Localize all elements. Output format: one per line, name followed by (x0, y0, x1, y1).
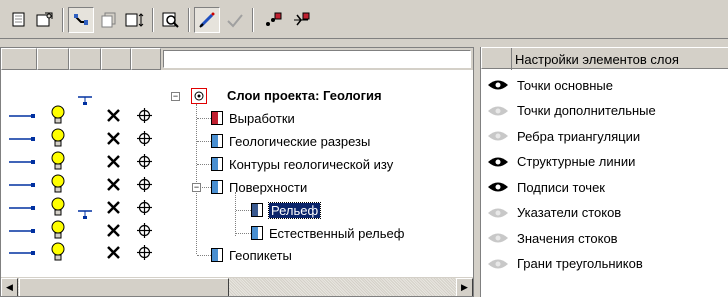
link-connector-icon[interactable] (9, 250, 35, 256)
column-header-visibility[interactable] (37, 48, 69, 70)
delete-icon[interactable] (107, 201, 120, 214)
visibility-bulb-icon[interactable] (51, 105, 65, 125)
delete-icon[interactable] (107, 109, 120, 122)
visibility-bulb-icon[interactable] (51, 220, 65, 240)
settings-header: Настройки элементов слоя (481, 47, 728, 70)
tree-root-label[interactable]: Слои проекта: Геология (227, 88, 382, 103)
eye-hidden-icon[interactable] (487, 207, 509, 219)
eye-visible-icon[interactable] (487, 79, 509, 91)
eye-visible-icon[interactable] (487, 181, 509, 193)
target-icon[interactable] (137, 223, 152, 238)
scroll-left-icon[interactable]: ◀ (1, 278, 18, 296)
visibility-bulb-icon[interactable] (51, 128, 65, 148)
link-connector-icon[interactable] (9, 205, 35, 211)
layer-icon (211, 157, 223, 171)
tree-item-label[interactable]: Геопикеты (229, 248, 292, 263)
target-icon[interactable] (137, 245, 152, 260)
visibility-bulb-icon[interactable] (51, 242, 65, 262)
delete-icon[interactable] (107, 132, 120, 145)
layers-panel: − Слои проекта: Геология Выработки Геоло… (0, 47, 474, 297)
visibility-bulb-icon[interactable] (51, 151, 65, 171)
layer-icon (211, 134, 223, 148)
layer-icon (211, 248, 223, 262)
eye-hidden-icon[interactable] (487, 258, 509, 270)
link-connector-icon[interactable] (9, 182, 35, 188)
tree-collapse-icon[interactable]: − (192, 183, 201, 192)
settings-item[interactable]: Точки основные (487, 74, 613, 96)
link-tool-icon[interactable] (68, 7, 94, 33)
eye-visible-icon[interactable] (487, 156, 509, 168)
target-icon[interactable] (137, 200, 152, 215)
target-icon[interactable] (137, 108, 152, 123)
tree-item-label[interactable]: Естественный рельеф (269, 226, 404, 241)
delete-icon[interactable] (107, 155, 120, 168)
settings-item[interactable]: Точки дополнительные (487, 100, 656, 122)
settings-item[interactable]: Подписи точек (487, 176, 605, 198)
resize-layer-icon[interactable] (122, 7, 148, 33)
eye-hidden-icon[interactable] (487, 232, 509, 244)
delete-icon[interactable] (107, 178, 120, 191)
settings-item[interactable]: Ребра триангуляции (487, 125, 640, 147)
visibility-bulb-icon[interactable] (51, 197, 65, 217)
preview-zoom-icon[interactable] (158, 7, 184, 33)
target-icon[interactable] (137, 154, 152, 169)
layer-icon (251, 203, 263, 217)
settings-item-label: Подписи точек (517, 179, 605, 195)
layer-settings-panel: Настройки элементов слоя Точки основные … (480, 47, 728, 297)
settings-item-label: Значения стоков (517, 230, 618, 246)
delete-icon[interactable] (107, 246, 120, 259)
layer-icon (211, 180, 223, 194)
link-connector-icon[interactable] (9, 159, 35, 165)
settings-item-label: Структурные линии (517, 154, 636, 169)
structure-tool-icon[interactable] (288, 7, 314, 33)
tree-item-label[interactable]: Контуры геологической изу (229, 157, 393, 172)
target-icon[interactable] (137, 131, 152, 146)
layer-properties-icon[interactable] (32, 7, 58, 33)
group-link-icon[interactable] (77, 94, 93, 106)
delete-icon[interactable] (107, 224, 120, 237)
layer-icon (211, 111, 223, 125)
link-connector-icon[interactable] (9, 136, 35, 142)
copy-layer-icon[interactable] (96, 7, 122, 33)
layer-sheet-icon[interactable] (6, 7, 32, 33)
settings-item[interactable]: Структурные линии (487, 151, 635, 173)
eye-hidden-icon[interactable] (487, 130, 509, 142)
tree-collapse-icon[interactable]: − (171, 92, 180, 101)
settings-item[interactable]: Указатели стоков (487, 202, 621, 224)
settings-item[interactable]: Значения стоков (487, 227, 618, 249)
link-connector-icon[interactable] (9, 228, 35, 234)
edit-pencil-icon[interactable] (194, 7, 220, 33)
scrollbar-thumb[interactable] (19, 278, 229, 296)
apply-check-icon[interactable] (222, 7, 248, 33)
settings-item[interactable]: Грани треугольников (487, 253, 643, 275)
target-icon[interactable] (137, 177, 152, 192)
tree-item-label[interactable]: Поверхности (229, 180, 307, 195)
settings-item-label: Указатели стоков (517, 205, 622, 220)
tree-item-label[interactable]: Геологические разрезы (229, 134, 370, 149)
horizontal-scrollbar[interactable]: ◀ ▶ (1, 277, 473, 296)
group-link-icon-2[interactable] (77, 208, 93, 220)
visibility-bulb-icon[interactable] (51, 174, 65, 194)
toolbar (0, 0, 728, 39)
settings-item-label: Точки основные (517, 77, 614, 93)
tree-item-label[interactable]: Рельеф (267, 202, 322, 219)
link-connector-icon[interactable] (9, 113, 35, 119)
settings-item-label: Грани треугольников (517, 256, 643, 271)
tree-item-label[interactable]: Выработки (229, 111, 295, 126)
column-header-link[interactable] (1, 48, 37, 70)
layer-icon (251, 226, 263, 240)
settings-item-label: Точки дополнительные (517, 103, 656, 118)
column-header-delete[interactable] (101, 48, 131, 70)
point-tool-icon[interactable] (260, 7, 286, 33)
column-header-group[interactable] (69, 48, 101, 70)
scroll-right-icon[interactable]: ▶ (456, 278, 473, 296)
eye-hidden-icon[interactable] (487, 105, 509, 117)
settings-header-label: Настройки элементов слоя (515, 52, 679, 67)
project-root-icon (191, 88, 207, 104)
column-header-target[interactable] (131, 48, 161, 70)
layer-filter-input[interactable] (163, 50, 471, 68)
settings-item-label: Ребра триангуляции (517, 128, 641, 144)
